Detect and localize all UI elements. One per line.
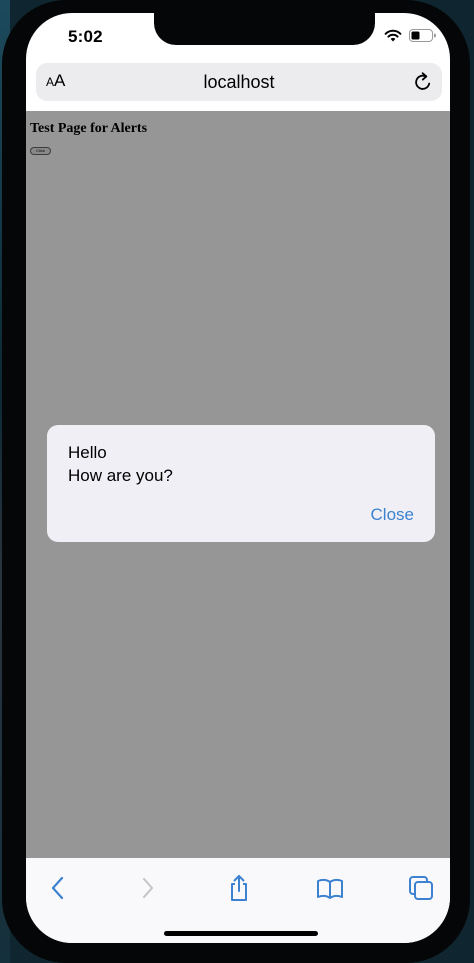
tabs-icon[interactable]: [406, 873, 436, 903]
home-indicator[interactable]: [164, 931, 318, 936]
bookmarks-icon[interactable]: [315, 873, 345, 903]
wifi-icon: [384, 29, 402, 42]
url-text[interactable]: localhost: [36, 72, 442, 93]
battery-icon: [409, 29, 436, 42]
alert-dialog: Hello How are you? Close: [47, 425, 435, 542]
notch: [154, 13, 375, 45]
url-bar[interactable]: AA localhost: [36, 63, 442, 101]
phone-screen: 5:02 AA localhost Test Page for Alerts C…: [26, 13, 450, 943]
alert-message-line-1: Hello: [68, 443, 107, 462]
alert-message-line-2: How are you?: [68, 466, 173, 485]
back-icon[interactable]: [43, 873, 73, 903]
phone-frame: 5:02 AA localhost Test Page for Alerts C…: [2, 0, 470, 963]
status-time: 5:02: [68, 27, 103, 46]
reload-icon[interactable]: [412, 71, 434, 93]
alert-message: Hello How are you?: [68, 441, 173, 487]
status-icons: [384, 29, 436, 42]
share-icon[interactable]: [224, 873, 254, 903]
forward-icon[interactable]: [133, 873, 163, 903]
alert-close-button[interactable]: Close: [371, 505, 414, 525]
